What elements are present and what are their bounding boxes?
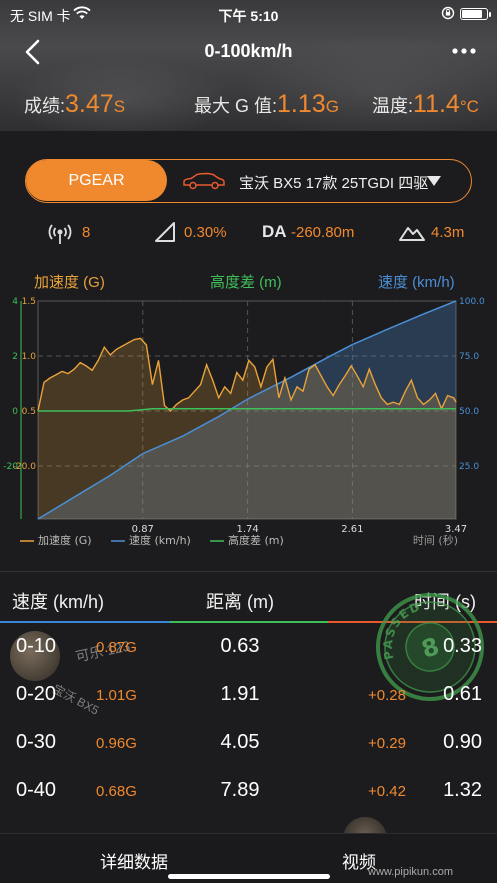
- time-value: 1.32: [443, 779, 482, 801]
- speed-range: 0-40: [16, 779, 57, 801]
- max-g-unit: G: [325, 97, 339, 116]
- orientation-lock-icon: [441, 6, 455, 20]
- vehicle-selector[interactable]: PGEAR 宝沃 BX5 17款 25TGDI 四驱: [25, 159, 472, 203]
- score-label: 成绩:: [24, 96, 66, 116]
- time-delta: +0.42: [368, 783, 406, 800]
- status-bar: 无 SIM 卡 下午 5:10: [0, 0, 497, 28]
- site-watermark: www.pipikun.com: [368, 866, 453, 878]
- left-axis-inner-tick: 1.0: [22, 352, 37, 362]
- left-axis-inner-tick: -20.0: [13, 462, 37, 472]
- left-axis-outer-tick: 2: [12, 352, 18, 362]
- legend-label: 高度差 (m): [228, 533, 284, 547]
- temperature-value: 11.4: [413, 90, 460, 118]
- table-row-partial: [0, 815, 497, 833]
- metrics-row: 8 0.30% DA -260.80m 4.3m: [0, 219, 497, 247]
- table-row: 0-20 1.01G 1.91 +0.28 0.61: [0, 671, 497, 719]
- battery-level: [462, 10, 482, 18]
- speed-range: 0-30: [16, 731, 57, 753]
- distance-value: 0.63: [220, 635, 260, 657]
- satellite-count: 8: [82, 224, 91, 241]
- temperature-unit: °C: [459, 97, 479, 116]
- time-value: 0.61: [443, 683, 482, 705]
- speed-column-header: 速度 (km/h): [12, 592, 104, 612]
- right-axis-tick: 100.0: [459, 297, 485, 307]
- right-axis-tick: 50.0: [459, 407, 479, 417]
- peak-g: 0.96G: [96, 735, 137, 752]
- time-delta: +0.29: [368, 735, 406, 752]
- left-axis-inner-tick: 0.5: [22, 407, 36, 417]
- home-indicator[interactable]: [168, 874, 330, 879]
- peak-g: 0.68G: [96, 783, 137, 800]
- score-summary: 成绩:3.47S: [24, 90, 125, 119]
- table-row: 0-40 0.68G 7.89 +0.42 1.32: [0, 767, 497, 815]
- max-g-value: 1.13: [277, 90, 326, 118]
- right-axis-tick: 25.0: [459, 462, 479, 472]
- x-axis-label: 时间 (秒): [413, 533, 458, 547]
- caret-down-icon[interactable]: [427, 176, 441, 186]
- slope-icon: [155, 222, 175, 242]
- time-delta: +0.28: [368, 687, 406, 704]
- slope-value: 0.30%: [184, 224, 227, 241]
- distance-value: 4.05: [220, 731, 260, 753]
- altitude-value: 4.3m: [431, 224, 465, 241]
- mountain-icon: [399, 227, 425, 241]
- table-row: 0-30 0.96G 4.05 +0.29 0.90: [0, 719, 497, 767]
- score-value: 3.47: [65, 90, 114, 118]
- da-value: -260.80m: [291, 224, 355, 241]
- legend-label: 加速度 (G): [38, 533, 92, 547]
- left-axis-outer-tick: 4: [12, 297, 18, 307]
- split-times-table: 速度 (km/h) 距离 (m) 时间 (s) 可乐 123 宝沃 BX5 PA…: [0, 571, 497, 833]
- distance-value: 7.89: [220, 779, 260, 801]
- result-summary: 成绩:3.47S 最大 G 值:1.13G 温度:11.4°C: [0, 90, 497, 120]
- left-axis-outer-tick: 0: [12, 407, 18, 417]
- right-axis-tick: 75.0: [459, 352, 479, 362]
- temperature-label: 温度:: [372, 96, 414, 116]
- battery-icon: [460, 8, 491, 20]
- max-g-label: 最大 G 值:: [194, 96, 278, 116]
- x-axis-tick: 2.61: [341, 524, 363, 535]
- tab-details[interactable]: 详细数据: [100, 848, 168, 873]
- page-title: 0-100km/h: [204, 41, 293, 61]
- speed-range: 0-10: [16, 635, 57, 657]
- time-value: 0.90: [443, 731, 482, 753]
- peak-g: 0.87G: [96, 639, 137, 656]
- temperature-summary: 温度:11.4°C: [372, 90, 479, 119]
- distance-value: 1.91: [220, 683, 260, 705]
- time-value: 0.33: [443, 635, 482, 657]
- table-row: 0-10 0.87G 0.63 0.33: [0, 623, 497, 671]
- satellite-signal-icon: [48, 224, 72, 244]
- peak-g: 1.01G: [96, 687, 137, 704]
- car-name: 宝沃 BX5 17款 25TGDI 四驱: [239, 175, 429, 192]
- da-label: DA: [262, 222, 287, 241]
- score-unit: S: [113, 97, 126, 116]
- car-icon: [183, 172, 225, 190]
- clock: 下午 5:10: [218, 8, 279, 24]
- left-axis-inner-tick: 1.5: [22, 297, 36, 307]
- legend-label: 速度 (km/h): [129, 533, 191, 547]
- distance-column-header: 距离 (m): [206, 592, 274, 612]
- pgear-tab[interactable]: PGEAR: [26, 160, 167, 201]
- result-card: PGEAR 宝沃 BX5 17款 25TGDI 四驱 8 0.30% DA -2…: [0, 131, 497, 571]
- acceleration-chart: 420-201.51.00.5-20.0100.075.050.025.00.8…: [3, 297, 485, 547]
- max-g-summary: 最大 G 值:1.13G: [194, 90, 339, 119]
- more-options-icon[interactable]: [449, 40, 479, 62]
- speed-range: 0-20: [16, 683, 57, 705]
- header: 无 SIM 卡 下午 5:10 0-100km/h 成绩:3.47S 最大 G …: [0, 0, 497, 131]
